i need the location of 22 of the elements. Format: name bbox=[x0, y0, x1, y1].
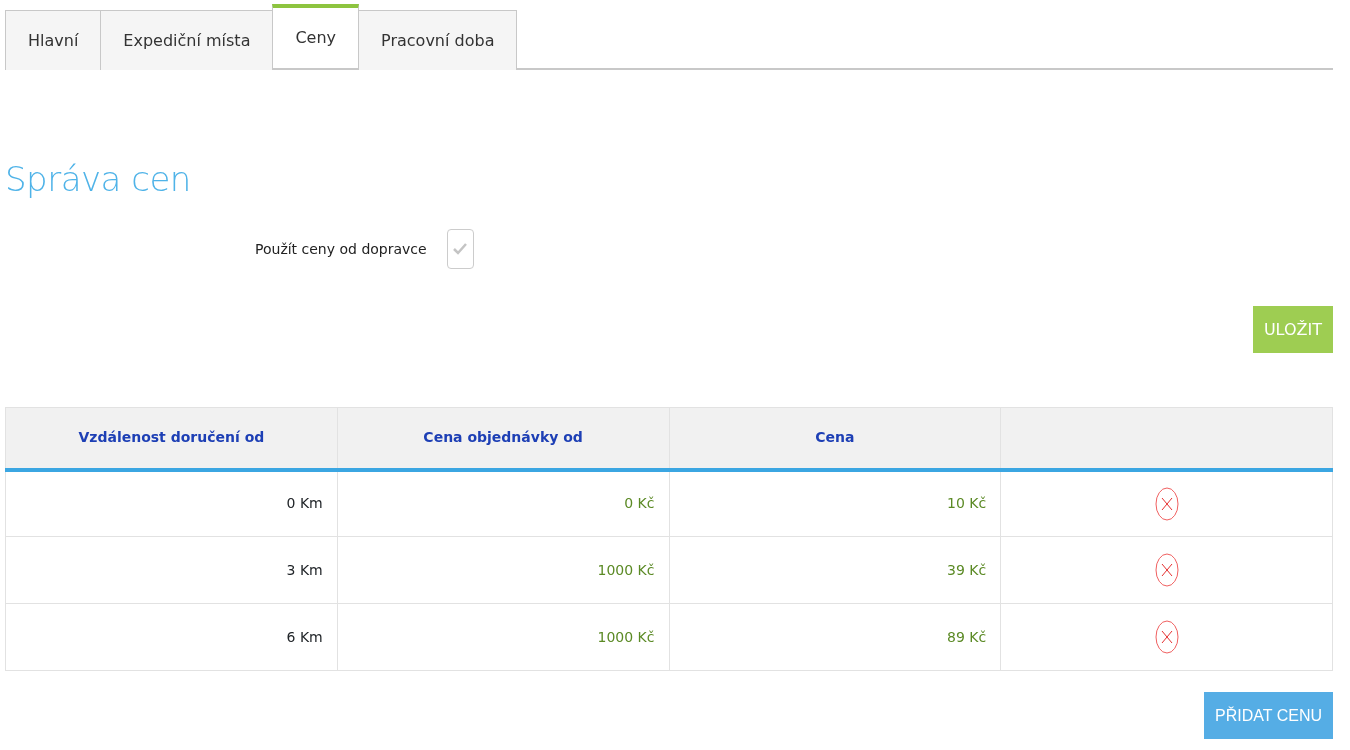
table-cell: 0 Kč bbox=[337, 469, 669, 537]
table-cell: 89 Kč bbox=[669, 603, 1001, 671]
tab[interactable]: Hlavní bbox=[5, 10, 102, 70]
column-header: Cena objednávky od bbox=[337, 407, 669, 470]
table-cell: 1000 Kč bbox=[337, 536, 669, 604]
delete-icon[interactable] bbox=[1155, 553, 1180, 587]
delete-icon[interactable] bbox=[1155, 620, 1180, 654]
column-header: Cena bbox=[669, 407, 1001, 470]
checkmark-icon bbox=[452, 242, 469, 256]
table-cell: 1000 Kč bbox=[337, 603, 669, 671]
table-cell: 10 Kč bbox=[669, 469, 1001, 537]
checkbox-label: Použít ceny od dopravce bbox=[255, 239, 427, 259]
carrier-prices-checkbox[interactable] bbox=[446, 229, 474, 269]
table-cell: 6 Km bbox=[5, 603, 338, 671]
page-heading: Správa cen bbox=[5, 158, 192, 201]
tab[interactable]: Expediční místa bbox=[100, 10, 274, 70]
tab[interactable]: Pracovní doba bbox=[358, 10, 518, 70]
table-cell: 39 Kč bbox=[669, 536, 1001, 604]
table-cell: 0 Km bbox=[5, 469, 338, 537]
column-header: Vzdálenost doručení od bbox=[5, 407, 338, 470]
table-cell: 3 Km bbox=[5, 536, 338, 604]
delete-icon[interactable] bbox=[1155, 486, 1180, 521]
